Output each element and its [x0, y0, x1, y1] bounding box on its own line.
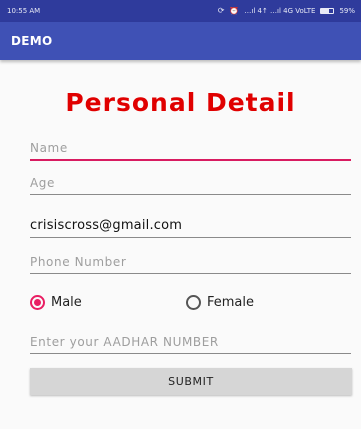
phone-placeholder: Phone Number [30, 255, 127, 269]
radio-unchecked-icon [186, 294, 201, 310]
name-field[interactable]: Name [30, 137, 351, 161]
status-time: 10:55 AM [7, 7, 41, 15]
status-bar: 10:55 AM ⟳ ⏰ …ıl 4↑ …ıl 4G VoLTE 59% [0, 0, 361, 22]
aadhar-placeholder: Enter your AADHAR NUMBER [30, 335, 219, 349]
phone-field[interactable]: Phone Number [30, 250, 351, 274]
radio-female-label: Female [207, 294, 255, 310]
email-value: crisiscross@gmail.com [30, 218, 183, 233]
email-field[interactable]: crisiscross@gmail.com [30, 214, 351, 238]
page-title: Personal Detail [65, 88, 296, 117]
gender-radio-group: Male Female [30, 291, 351, 313]
radio-male-label: Male [51, 294, 82, 310]
app-title: DEMO [11, 34, 53, 48]
name-placeholder: Name [30, 141, 68, 155]
age-field[interactable]: Age [30, 171, 351, 195]
radio-checked-icon [30, 294, 45, 310]
sync-icon: ⟳ [217, 7, 225, 15]
signal-text: …ıl 4↑ …ıl 4G VoLTE [244, 7, 316, 15]
submit-button[interactable]: SUBMIT [30, 368, 352, 395]
status-icons: ⟳ ⏰ …ıl 4↑ …ıl 4G VoLTE 59% [218, 7, 355, 15]
radio-male[interactable]: Male [30, 294, 82, 310]
radio-female[interactable]: Female [186, 294, 255, 310]
aadhar-field[interactable]: Enter your AADHAR NUMBER [30, 330, 351, 354]
battery-percent: 59% [339, 7, 355, 15]
app-bar: DEMO [0, 22, 361, 60]
alarm-icon: ⏰ [229, 7, 240, 15]
age-placeholder: Age [30, 176, 56, 190]
battery-icon [320, 8, 335, 14]
